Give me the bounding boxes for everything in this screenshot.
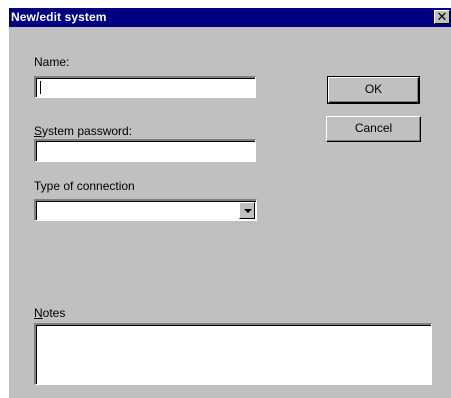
notes-mnemonic: N bbox=[34, 306, 43, 320]
system-password-mnemonic: S bbox=[34, 124, 43, 138]
new-edit-system-dialog: New/edit system ✕ Name: System password:… bbox=[9, 8, 451, 398]
window-title: New/edit system bbox=[11, 10, 107, 24]
system-password-label: System password: bbox=[34, 124, 132, 138]
cancel-button-label: Cancel bbox=[354, 121, 393, 135]
text-caret bbox=[40, 81, 41, 94]
notes-label-rest: otes bbox=[42, 306, 66, 320]
ok-button-label: OK bbox=[364, 82, 383, 96]
ok-button[interactable]: OK bbox=[327, 76, 420, 104]
close-icon: ✕ bbox=[436, 9, 448, 24]
name-label: Name: bbox=[34, 55, 70, 69]
dropdown-button[interactable] bbox=[239, 202, 255, 219]
name-input[interactable] bbox=[34, 76, 256, 98]
chevron-down-icon bbox=[244, 209, 252, 213]
system-password-input[interactable] bbox=[34, 139, 256, 162]
title-bar: New/edit system ✕ bbox=[9, 8, 451, 27]
system-password-label-rest: ystem password: bbox=[42, 124, 133, 138]
notes-label: Notes bbox=[34, 306, 65, 320]
close-button[interactable]: ✕ bbox=[434, 10, 450, 24]
connection-type-label: Type of connection bbox=[34, 179, 135, 193]
notes-textarea[interactable] bbox=[34, 323, 432, 385]
cancel-button[interactable]: Cancel bbox=[326, 116, 421, 142]
connection-type-select[interactable] bbox=[34, 199, 257, 221]
